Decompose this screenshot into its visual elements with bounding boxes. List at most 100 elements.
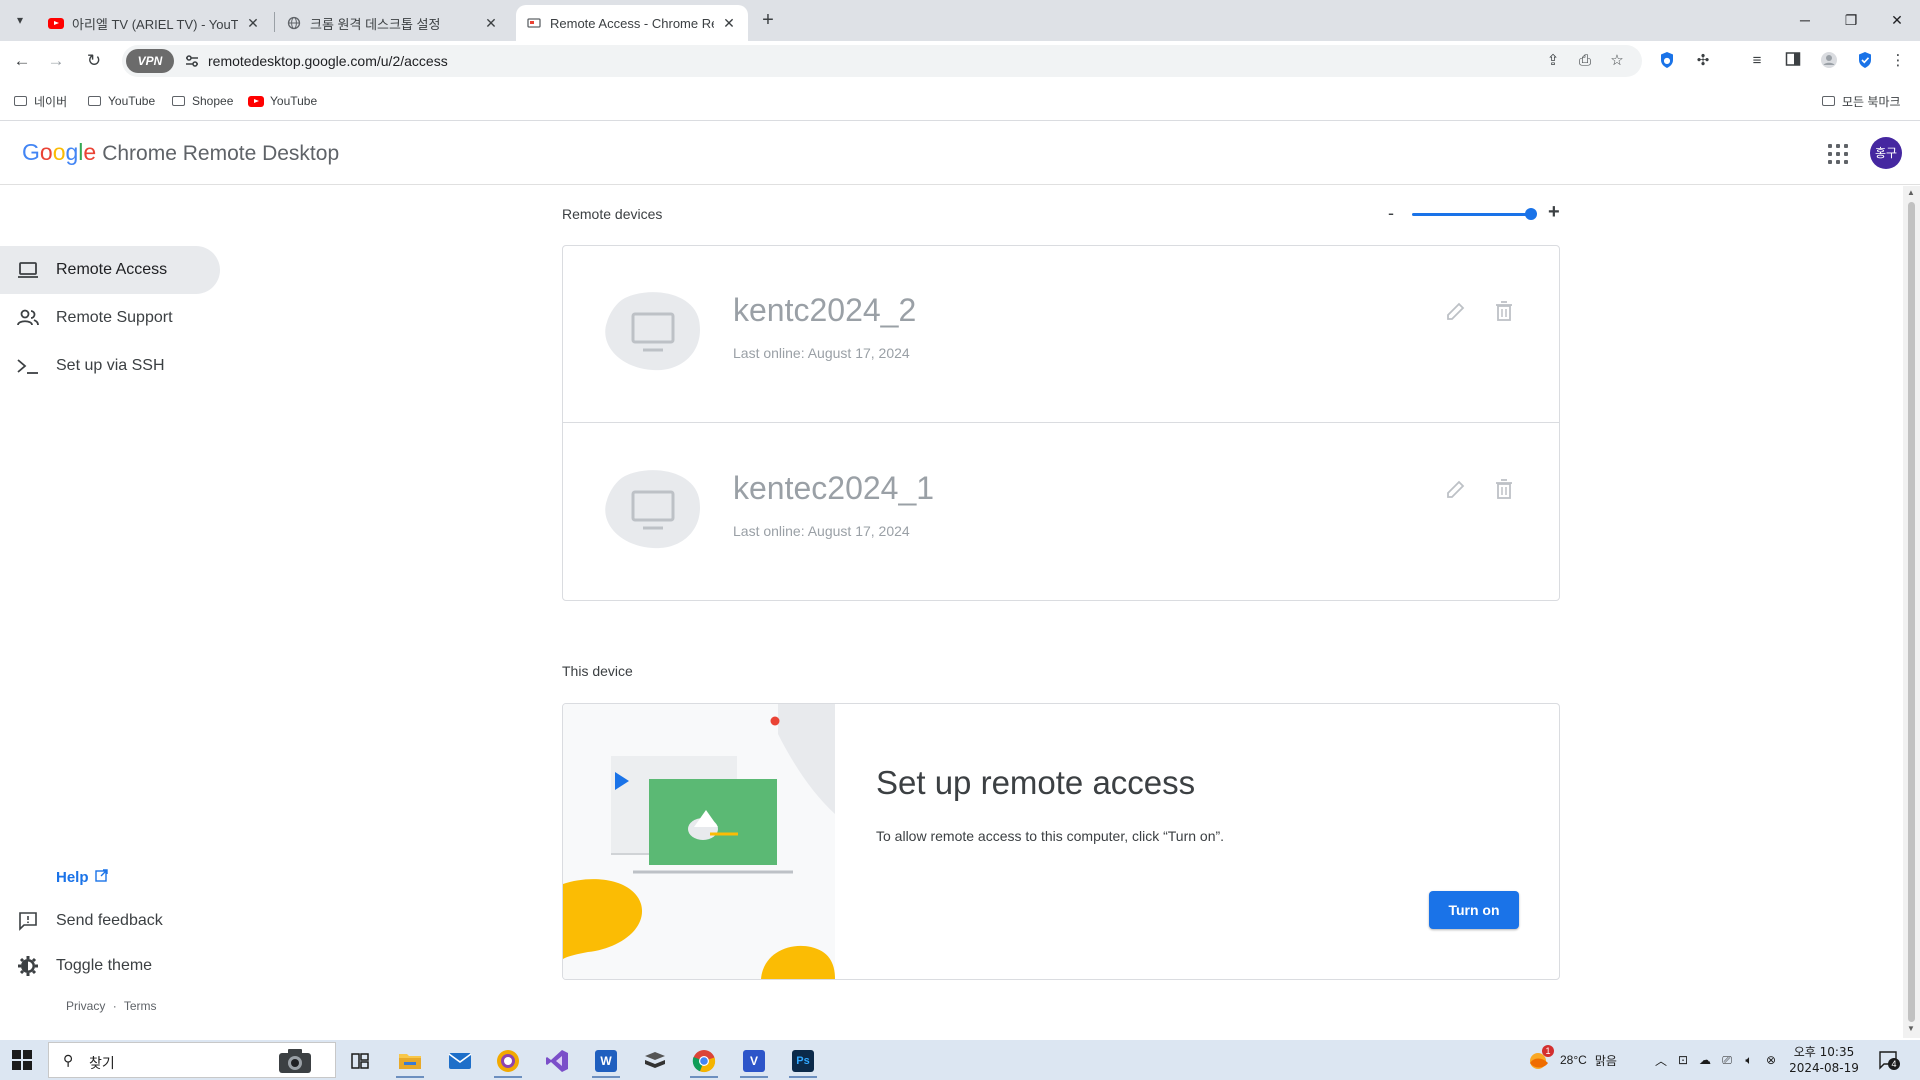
device-row[interactable]: kentec2024_1 Last online: August 17, 202… — [563, 424, 1559, 601]
restore-button[interactable]: ❐ — [1828, 8, 1874, 32]
windows-start-icon[interactable] — [12, 1050, 32, 1070]
avatar[interactable]: 홍구 — [1870, 137, 1902, 169]
all-bookmarks[interactable]: 모든 북마크 — [1820, 91, 1901, 111]
reload-button[interactable]: ↻ — [80, 47, 108, 75]
external-link-icon — [94, 869, 108, 886]
zoom-slider-track[interactable] — [1412, 213, 1532, 216]
zoom-out-button[interactable]: - — [1388, 203, 1394, 224]
task-view-icon[interactable] — [340, 1044, 380, 1078]
minimize-button[interactable]: ─ — [1782, 8, 1828, 32]
page-scrollbar[interactable]: ▲ ▼ — [1903, 186, 1920, 1038]
app-logo[interactable]: Google Chrome Remote Desktop — [22, 139, 339, 166]
site-settings-icon[interactable] — [184, 53, 200, 69]
edit-icon[interactable] — [1445, 478, 1467, 500]
scroll-up-icon[interactable]: ▲ — [1907, 188, 1915, 197]
tab-search-dropdown[interactable]: ▾ — [8, 8, 32, 32]
install-app-icon[interactable]: ⎙ — [1575, 51, 1595, 71]
tab-ariel-tv[interactable]: 아리엘 TV (ARIEL TV) - YouTube ✕ — [38, 5, 272, 41]
sidebar-item-label: Remote Access — [56, 261, 168, 278]
delete-icon[interactable] — [1493, 300, 1515, 322]
side-panel-icon[interactable] — [1783, 51, 1803, 71]
taskbar-clock[interactable]: 오후 10:35 2024-08-19 — [1786, 1044, 1862, 1076]
tab-remote-access[interactable]: Remote Access - Chrome Remote Desktop ✕ — [516, 5, 748, 41]
v-app-icon[interactable]: V — [734, 1044, 774, 1078]
new-tab-button[interactable]: + — [756, 9, 780, 33]
close-icon[interactable]: ✕ — [720, 15, 738, 32]
sidebar-item-remote-access[interactable]: Remote Access — [0, 246, 220, 294]
bookmarks-bar: 네이버 YouTube Shopee YouTube 모든 북마크 — [0, 81, 1920, 121]
tray-status-icon[interactable]: ⊗ — [1760, 1053, 1782, 1067]
tray-chevron-up-icon[interactable]: ︿ — [1650, 1052, 1672, 1069]
delete-icon[interactable] — [1493, 478, 1515, 500]
arrow-left-icon: ← — [13, 51, 31, 70]
url-text[interactable]: remotedesktop.google.com/u/2/access — [208, 53, 448, 69]
sidebar-item-remote-support[interactable]: Remote Support — [0, 294, 220, 342]
book-app-icon[interactable] — [635, 1044, 675, 1078]
tray-volume-icon[interactable]: 🔈︎ — [1738, 1053, 1760, 1068]
profile-icon[interactable] — [1819, 51, 1839, 71]
address-bar[interactable]: VPN remotedesktop.google.com/u/2/access … — [122, 45, 1642, 77]
sidebar-item-ssh[interactable]: Set up via SSH — [0, 342, 220, 390]
bookmark-naver[interactable]: 네이버 — [12, 91, 67, 111]
notification-center-icon[interactable]: 4 — [1878, 1050, 1900, 1070]
vpn-shield-icon[interactable] — [1855, 51, 1875, 71]
camera-icon[interactable] — [277, 1047, 313, 1075]
scroll-thumb[interactable] — [1908, 202, 1915, 1022]
browser-toolbar: ← → ↻ VPN remotedesktop.google.com/u/2/a… — [0, 41, 1920, 81]
tray-network-icon[interactable]: ⎚ — [1716, 1053, 1738, 1068]
taskbar-search-input[interactable]: ⚲ 찾기 — [48, 1042, 336, 1078]
toggle-theme-button[interactable]: Toggle theme — [16, 951, 152, 981]
visual-studio-icon[interactable] — [537, 1044, 577, 1078]
tray-device-icon[interactable]: ⊡ — [1672, 1053, 1694, 1067]
google-letter: g — [65, 139, 79, 165]
bookmark-star-icon[interactable]: ☆ — [1607, 51, 1627, 71]
shield-extension-icon[interactable]: ● — [1657, 51, 1677, 71]
help-link[interactable]: Help — [56, 869, 108, 886]
google-wordmark: Google — [22, 139, 96, 166]
folder-icon — [12, 93, 28, 109]
weather-widget[interactable]: 1 28°C 맑음 — [1528, 1040, 1617, 1080]
bookmark-label: YouTube — [270, 94, 318, 108]
bookmark-label: 모든 북마크 — [1842, 94, 1901, 109]
remote-devices-title: Remote devices — [562, 206, 663, 222]
scroll-down-icon[interactable]: ▼ — [1907, 1024, 1915, 1033]
close-window-button[interactable]: ✕ — [1874, 8, 1920, 32]
photoshop-icon[interactable]: Ps — [783, 1044, 823, 1078]
bookmark-shopee[interactable]: Shopee — [170, 91, 233, 111]
file-explorer-icon[interactable] — [390, 1044, 430, 1078]
zoom-slider-thumb[interactable] — [1525, 208, 1537, 220]
turn-on-button[interactable]: Turn on — [1429, 891, 1519, 929]
device-row[interactable]: kentc2024_2 Last online: August 17, 2024 — [563, 246, 1559, 423]
weather-sun-icon: 1 — [1528, 1045, 1554, 1071]
share-icon[interactable]: ⇪ — [1543, 51, 1563, 71]
notification-count: 4 — [1888, 1058, 1900, 1070]
tab-remote-desktop-settings[interactable]: 크롬 원격 데스크톱 설정 ✕ — [276, 5, 510, 41]
privacy-link[interactable]: Privacy — [66, 999, 105, 1013]
setup-illustration — [563, 704, 835, 979]
mail-icon[interactable] — [440, 1044, 480, 1078]
media-control-icon[interactable]: ≡ — [1747, 51, 1767, 71]
bookmark-youtube-folder[interactable]: YouTube — [86, 91, 155, 111]
bookmark-youtube[interactable]: YouTube — [248, 91, 317, 111]
tab-strip: ▾ 아리엘 TV (ARIEL TV) - YouTube ✕ 크롬 원격 데스… — [0, 0, 1920, 41]
close-icon[interactable]: ✕ — [482, 15, 500, 32]
close-icon[interactable]: ✕ — [244, 15, 262, 32]
edit-icon[interactable] — [1445, 300, 1467, 322]
send-feedback-button[interactable]: Send feedback — [16, 906, 163, 936]
bookmark-label: Shopee — [192, 94, 234, 108]
forward-button[interactable]: → — [42, 47, 70, 75]
word-icon[interactable]: W — [586, 1044, 626, 1078]
weather-badge: 1 — [1542, 1045, 1554, 1057]
zoom-in-button[interactable]: + — [1548, 201, 1560, 224]
google-letter: G — [22, 139, 40, 165]
back-button[interactable]: ← — [8, 47, 36, 75]
chevron-down-icon: ▾ — [16, 13, 24, 27]
terms-link[interactable]: Terms — [124, 999, 157, 1013]
google-apps-icon[interactable] — [1826, 142, 1850, 166]
extensions-puzzle-icon[interactable]: ✣ — [1693, 51, 1713, 71]
chrome-icon[interactable] — [684, 1044, 724, 1078]
menu-kebab-icon[interactable]: ⋮ — [1888, 51, 1908, 71]
tray-cloud-icon[interactable]: ☁ — [1694, 1053, 1716, 1067]
vpn-badge[interactable]: VPN — [126, 49, 174, 73]
app-circle-icon[interactable] — [488, 1044, 528, 1078]
